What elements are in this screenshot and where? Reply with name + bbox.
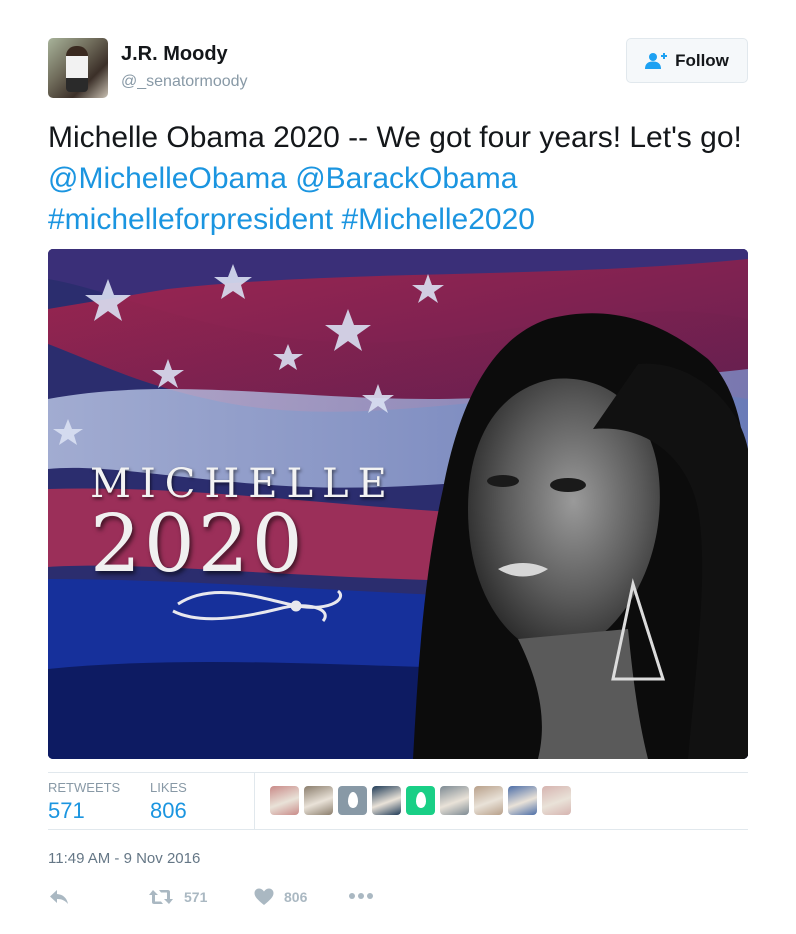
- follow-button[interactable]: Follow: [626, 38, 748, 83]
- retweets-stat[interactable]: RETWEETS 571: [48, 780, 120, 824]
- retweet-button[interactable]: 571: [148, 888, 207, 906]
- tweet-text: Michelle Obama 2020 -- We got four years…: [48, 117, 748, 240]
- media-title-year: 2020: [90, 497, 306, 590]
- hashtag-michelle2020[interactable]: #Michelle2020: [342, 203, 535, 236]
- liker-avatar[interactable]: [542, 786, 571, 815]
- liker-avatar[interactable]: [440, 786, 469, 815]
- liker-avatar[interactable]: [508, 786, 537, 815]
- avatar-figure: [66, 46, 88, 92]
- mention-michelleobama[interactable]: @MichelleObama: [48, 162, 287, 195]
- add-user-icon: [645, 52, 668, 69]
- liker-avatar[interactable]: [372, 786, 401, 815]
- likers-avatars: [270, 786, 571, 815]
- hashtag-michelleforpresident[interactable]: #michelleforpresident: [48, 203, 333, 236]
- likes-label: LIKES: [150, 780, 187, 795]
- liker-avatar[interactable]: [406, 786, 435, 815]
- retweet-action-count: 571: [184, 889, 208, 905]
- like-button[interactable]: 806: [254, 888, 307, 906]
- tweet-plain-text: Michelle Obama 2020 -- We got four years…: [48, 121, 742, 154]
- follow-label: Follow: [675, 50, 729, 70]
- liker-avatar[interactable]: [474, 786, 503, 815]
- stats-divider-top: [48, 772, 748, 773]
- tweet-media-image[interactable]: MICHELLE 2020: [48, 249, 748, 759]
- reply-button[interactable]: [48, 888, 70, 906]
- retweets-label: RETWEETS: [48, 780, 121, 795]
- like-action-count: 806: [284, 889, 308, 905]
- retweet-icon: [149, 890, 173, 904]
- egg-icon: [348, 792, 358, 808]
- author-avatar[interactable]: [48, 38, 108, 98]
- retweets-count: 571: [48, 798, 85, 823]
- tweet-timestamp[interactable]: 11:49 AM - 9 Nov 2016: [48, 850, 200, 867]
- stats-separator: [254, 773, 255, 829]
- heart-icon: [254, 888, 274, 905]
- author-name[interactable]: J.R. Moody: [121, 43, 228, 66]
- likes-stat[interactable]: LIKES 806: [150, 780, 187, 824]
- liker-avatar[interactable]: [270, 786, 299, 815]
- reply-icon: [50, 890, 68, 904]
- liker-avatar[interactable]: [338, 786, 367, 815]
- likes-count: 806: [150, 798, 187, 823]
- more-dots-icon: [349, 893, 373, 899]
- stats-divider-bottom: [48, 829, 748, 830]
- liker-avatar[interactable]: [304, 786, 333, 815]
- author-handle[interactable]: @_senatormoody: [121, 73, 248, 91]
- mention-barackobama[interactable]: @BarackObama: [295, 162, 517, 195]
- more-button[interactable]: [348, 892, 374, 900]
- egg-icon: [416, 792, 426, 808]
